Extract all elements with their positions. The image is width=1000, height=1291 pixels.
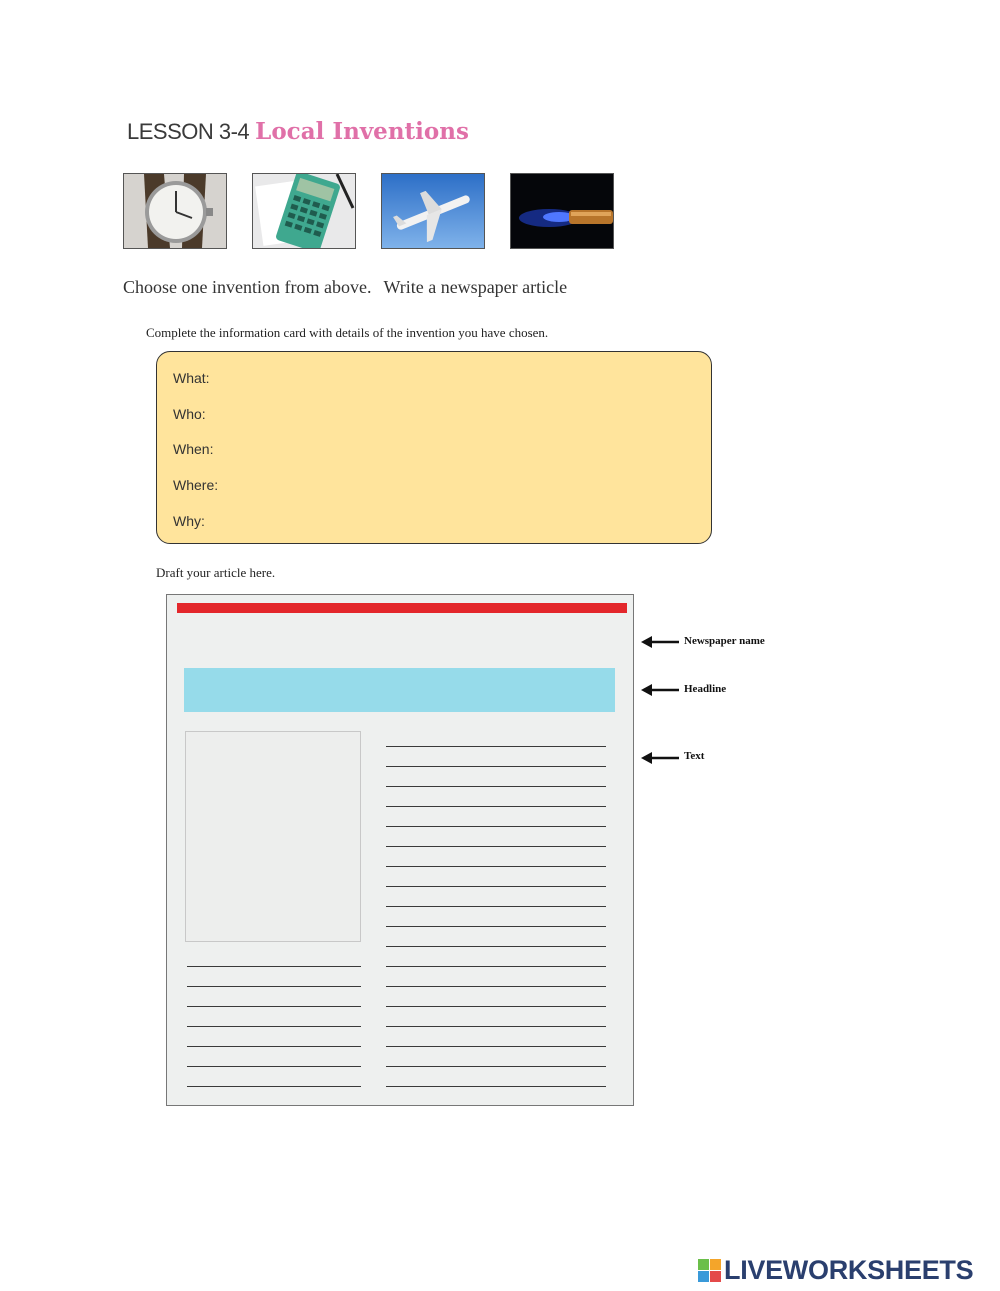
writing-line[interactable] — [386, 1006, 606, 1007]
writing-line[interactable] — [386, 1026, 606, 1027]
writing-line[interactable] — [386, 926, 606, 927]
writing-line[interactable] — [386, 906, 606, 907]
logo-block-i — [710, 1259, 721, 1270]
label-text: Text — [684, 750, 705, 762]
draft-instruction: Draft your article here. — [156, 565, 276, 580]
wristwatch-icon — [123, 173, 227, 249]
writing-line[interactable] — [187, 966, 361, 967]
arrow-left-icon — [641, 684, 679, 696]
writing-line[interactable] — [386, 786, 606, 787]
calculator-icon — [252, 173, 356, 249]
headline-bar[interactable] — [184, 668, 615, 712]
writing-line[interactable] — [386, 886, 606, 887]
logo-badge — [698, 1259, 721, 1282]
writing-line[interactable] — [386, 746, 606, 747]
information-card: What: Who: When: Where: Why: — [156, 351, 712, 544]
lesson-title: LESSON 3-4 Local Inventions — [127, 120, 469, 143]
label-newspaper-name: Newspaper name — [684, 635, 765, 647]
where-field[interactable]: Where: — [173, 477, 218, 493]
why-field[interactable]: Why: — [173, 513, 205, 529]
writing-line[interactable] — [386, 966, 606, 967]
lesson-topic: Local Inventions — [255, 118, 469, 145]
writing-line[interactable] — [187, 1066, 361, 1067]
writing-line[interactable] — [386, 986, 606, 987]
what-field[interactable]: What: — [173, 370, 210, 386]
card-instruction: Complete the information card with detai… — [146, 325, 549, 340]
arrow-left-icon — [641, 752, 679, 764]
logo-block-l — [698, 1259, 709, 1270]
writing-line[interactable] — [386, 946, 606, 947]
who-field[interactable]: Who: — [173, 406, 206, 422]
gas-torch-icon — [510, 173, 614, 249]
logo-block-v — [698, 1271, 709, 1282]
liveworksheets-logo: LIVEWORKSHEETS — [698, 1255, 974, 1285]
writing-line[interactable] — [187, 1026, 361, 1027]
airplane-icon — [381, 173, 485, 249]
write-instruction: Write a newspaper article — [383, 277, 568, 297]
writing-line[interactable] — [187, 986, 361, 987]
newspaper-name-bar[interactable] — [177, 603, 627, 613]
lesson-number: LESSON 3-4 — [127, 119, 250, 144]
writing-line[interactable] — [386, 866, 606, 867]
logo-text: LIVEWORKSHEETS — [724, 1255, 974, 1285]
writing-line[interactable] — [187, 1086, 361, 1087]
task-instructions: Choose one invention from above. Write a … — [123, 277, 567, 298]
writing-line[interactable] — [187, 1046, 361, 1047]
writing-line[interactable] — [386, 826, 606, 827]
newspaper-template — [166, 594, 634, 1106]
when-field[interactable]: When: — [173, 441, 213, 457]
label-headline: Headline — [684, 683, 727, 695]
picture-box[interactable] — [185, 731, 361, 942]
writing-line[interactable] — [386, 806, 606, 807]
writing-line[interactable] — [386, 846, 606, 847]
arrow-left-icon — [641, 636, 679, 648]
writing-line[interactable] — [187, 1006, 361, 1007]
choose-instruction: Choose one invention from above. — [123, 277, 372, 297]
writing-line[interactable] — [386, 1066, 606, 1067]
logo-block-e — [710, 1271, 721, 1282]
writing-line[interactable] — [386, 1046, 606, 1047]
writing-line[interactable] — [386, 1086, 606, 1087]
writing-line[interactable] — [386, 766, 606, 767]
